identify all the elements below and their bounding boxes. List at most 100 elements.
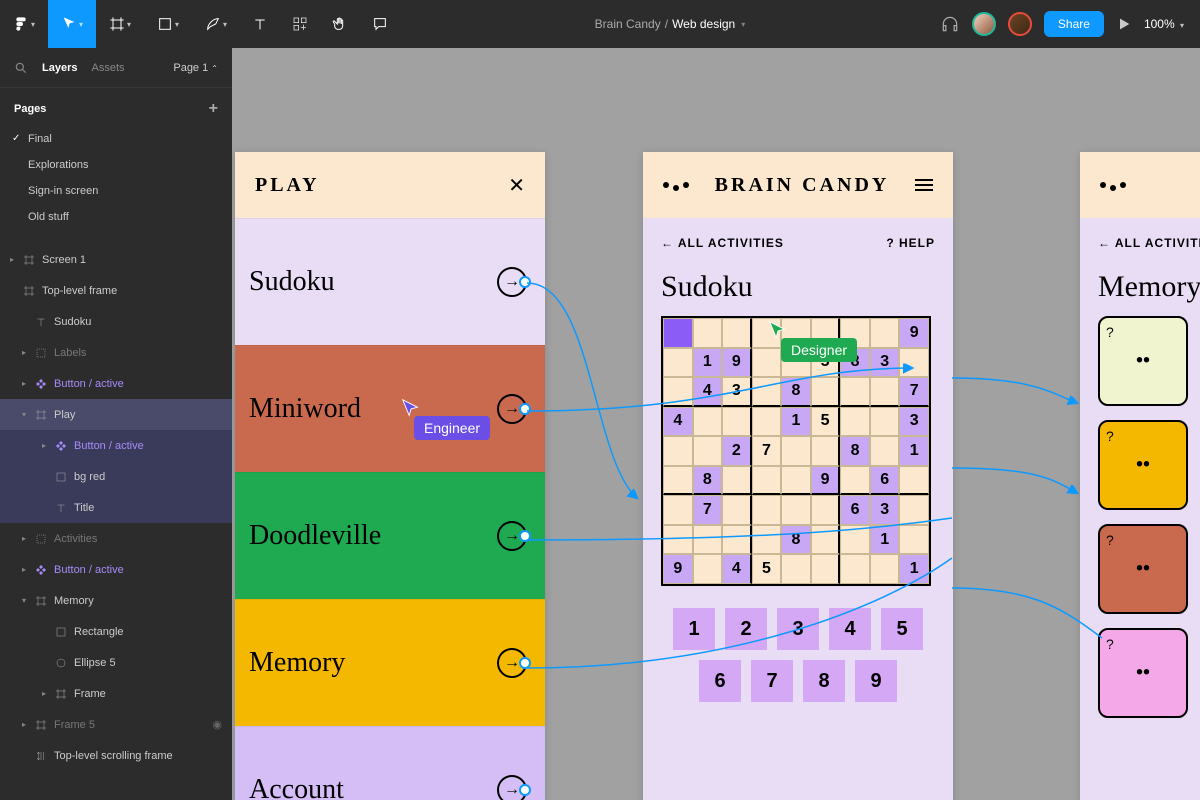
- page-item[interactable]: Final: [0, 126, 232, 152]
- sudoku-cell[interactable]: 8: [781, 525, 811, 555]
- sudoku-cell[interactable]: [663, 525, 693, 555]
- sudoku-cell[interactable]: [870, 318, 900, 348]
- frame-memory[interactable]: BRAIN CANDY ← ALL ACTIVITIES Memory ?•• …: [1080, 152, 1200, 800]
- sudoku-cell[interactable]: [840, 377, 870, 407]
- sudoku-cell[interactable]: 1: [693, 348, 723, 378]
- game-row[interactable]: Sudoku→: [235, 218, 545, 345]
- numpad-button[interactable]: 2: [725, 608, 767, 650]
- sudoku-cell[interactable]: 1: [899, 436, 929, 466]
- sudoku-cell[interactable]: [840, 525, 870, 555]
- sudoku-cell[interactable]: [663, 436, 693, 466]
- page-item[interactable]: Explorations: [0, 152, 232, 178]
- shape-tool[interactable]: ▾: [144, 0, 192, 48]
- layer-row[interactable]: ▾Play: [0, 399, 232, 430]
- sudoku-cell[interactable]: [752, 377, 782, 407]
- sudoku-cell[interactable]: 1: [899, 554, 929, 584]
- sudoku-cell[interactable]: [693, 407, 723, 437]
- layer-row[interactable]: ▸Frame 5◉: [0, 709, 232, 740]
- sudoku-cell[interactable]: [752, 407, 782, 437]
- sudoku-cell[interactable]: 7: [693, 495, 723, 525]
- sudoku-cell[interactable]: [811, 525, 841, 555]
- search-icon[interactable]: [14, 61, 28, 75]
- sudoku-cell[interactable]: 9: [899, 318, 929, 348]
- sudoku-cell[interactable]: 8: [840, 436, 870, 466]
- numpad-button[interactable]: 6: [699, 660, 741, 702]
- layer-row[interactable]: ▸Button / active: [0, 554, 232, 585]
- sudoku-cell[interactable]: [899, 348, 929, 378]
- layer-row[interactable]: Rectangle: [0, 616, 232, 647]
- layer-row[interactable]: ▾Memory: [0, 585, 232, 616]
- sudoku-cell[interactable]: 9: [811, 466, 841, 496]
- resources-tool[interactable]: [280, 0, 320, 48]
- sudoku-cell[interactable]: [811, 436, 841, 466]
- sudoku-cell[interactable]: [840, 407, 870, 437]
- layer-row[interactable]: Top-level scrolling frame: [0, 740, 232, 771]
- sudoku-cell[interactable]: [722, 495, 752, 525]
- arrow-right-icon[interactable]: →: [497, 775, 527, 800]
- numpad-button[interactable]: 8: [803, 660, 845, 702]
- sudoku-cell[interactable]: [840, 466, 870, 496]
- sudoku-cell[interactable]: [811, 495, 841, 525]
- sudoku-cell[interactable]: 5: [752, 554, 782, 584]
- layer-row[interactable]: bg red: [0, 461, 232, 492]
- sudoku-cell[interactable]: [752, 348, 782, 378]
- sudoku-cell[interactable]: [899, 466, 929, 496]
- layer-row[interactable]: ▸Button / active: [0, 430, 232, 461]
- page-selector[interactable]: Page 1 ⌃: [173, 62, 218, 74]
- sudoku-cell[interactable]: [693, 436, 723, 466]
- sudoku-cell[interactable]: [811, 554, 841, 584]
- arrow-right-icon[interactable]: →: [497, 521, 527, 551]
- sudoku-cell[interactable]: [870, 436, 900, 466]
- numpad-button[interactable]: 3: [777, 608, 819, 650]
- sudoku-cell[interactable]: [899, 525, 929, 555]
- sudoku-cell[interactable]: [811, 377, 841, 407]
- comment-tool[interactable]: [360, 0, 400, 48]
- game-row[interactable]: Memory→: [235, 599, 545, 726]
- tab-assets[interactable]: Assets: [91, 62, 124, 74]
- sudoku-cell[interactable]: [693, 525, 723, 555]
- sudoku-cell[interactable]: [663, 495, 693, 525]
- game-row[interactable]: Account→: [235, 726, 545, 800]
- sudoku-cell[interactable]: 3: [870, 348, 900, 378]
- sudoku-cell[interactable]: [663, 466, 693, 496]
- pen-tool[interactable]: ▾: [192, 0, 240, 48]
- sudoku-cell[interactable]: [722, 466, 752, 496]
- sudoku-cell[interactable]: 9: [663, 554, 693, 584]
- layer-row[interactable]: ▸Activities: [0, 523, 232, 554]
- sudoku-cell[interactable]: [870, 377, 900, 407]
- arrow-right-icon[interactable]: →: [497, 648, 527, 678]
- page-item[interactable]: Old stuff: [0, 204, 232, 230]
- numpad-button[interactable]: 9: [855, 660, 897, 702]
- document-title[interactable]: Brain Candy / Web design ▾: [400, 17, 940, 31]
- sudoku-cell[interactable]: [840, 554, 870, 584]
- memory-card[interactable]: ?••: [1098, 420, 1188, 510]
- avatar-user-1[interactable]: [972, 12, 996, 36]
- sudoku-cell[interactable]: 8: [781, 377, 811, 407]
- sudoku-cell[interactable]: [781, 495, 811, 525]
- sudoku-cell[interactable]: 7: [899, 377, 929, 407]
- layer-row[interactable]: ▸Frame: [0, 678, 232, 709]
- sudoku-cell[interactable]: 8: [693, 466, 723, 496]
- hamburger-icon[interactable]: [915, 179, 933, 191]
- canvas[interactable]: PLAY ✕ Sudoku→Miniword→Doodleville→Memor…: [232, 48, 1200, 800]
- frame-tool[interactable]: ▾: [96, 0, 144, 48]
- sudoku-cell[interactable]: [722, 525, 752, 555]
- back-link[interactable]: ← ALL ACTIVITIES: [661, 236, 784, 250]
- sudoku-cell[interactable]: 1: [781, 407, 811, 437]
- sudoku-cell[interactable]: 1: [870, 525, 900, 555]
- tab-layers[interactable]: Layers: [42, 62, 77, 74]
- game-row[interactable]: Doodleville→: [235, 472, 545, 599]
- sudoku-cell[interactable]: 3: [870, 495, 900, 525]
- sudoku-cell[interactable]: 4: [663, 407, 693, 437]
- sudoku-cell[interactable]: [752, 466, 782, 496]
- sudoku-cell[interactable]: [663, 348, 693, 378]
- numpad-button[interactable]: 5: [881, 608, 923, 650]
- sudoku-cell[interactable]: [781, 466, 811, 496]
- page-item[interactable]: Sign-in screen: [0, 178, 232, 204]
- sudoku-cell[interactable]: 4: [693, 377, 723, 407]
- sudoku-cell[interactable]: 2: [722, 436, 752, 466]
- arrow-right-icon[interactable]: →: [497, 267, 527, 297]
- layer-row[interactable]: ▸Screen 1: [0, 244, 232, 275]
- arrow-right-icon[interactable]: →: [497, 394, 527, 424]
- move-tool[interactable]: ▾: [48, 0, 96, 48]
